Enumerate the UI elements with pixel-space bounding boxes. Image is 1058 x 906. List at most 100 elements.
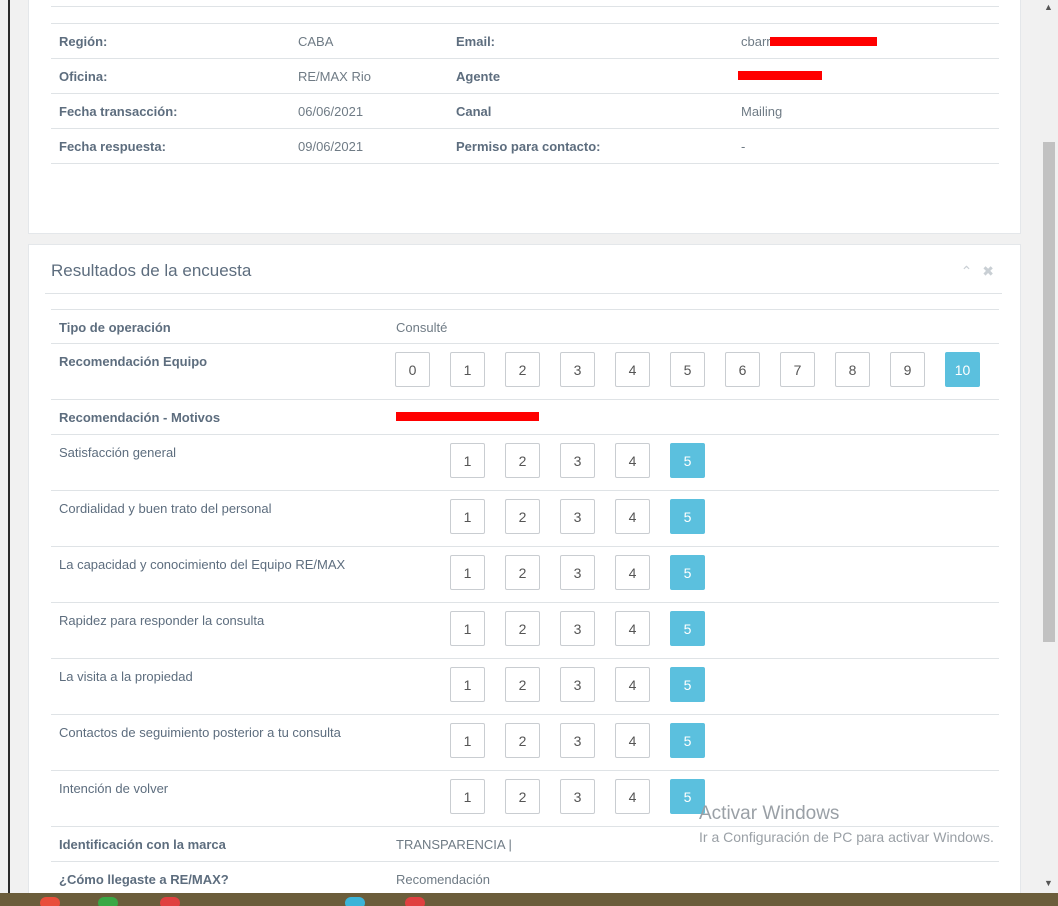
rating-option-4[interactable]: 4	[615, 779, 650, 814]
survey-row: La capacidad y conocimiento del Equipo R…	[51, 547, 999, 603]
rating-scale: 12345	[450, 779, 725, 814]
rating-option-5[interactable]: 5	[670, 443, 705, 478]
survey-row: Cordialidad y buen trato del personal 1 2 3…	[51, 491, 999, 547]
rating-option-8[interactable]: 8	[835, 352, 870, 387]
rating-option-1[interactable]: 1	[450, 555, 485, 590]
windows-activation-watermark: Activar Windows Ir a Configuración de PC…	[699, 803, 994, 845]
rating-option-1[interactable]: 1	[450, 499, 485, 534]
rating-option-4[interactable]: 4	[615, 443, 650, 478]
answer-value: TRANSPARENCIA |	[396, 837, 512, 852]
survey-row: Recomendación - Motivos	[51, 400, 999, 435]
question-label: Identificación con la marca	[59, 837, 226, 852]
survey-row: ¿Cómo llegaste a RE/MAX? Recomendación	[51, 862, 999, 893]
rating-option-3[interactable]: 3	[560, 443, 595, 478]
app-icon[interactable]	[405, 897, 425, 906]
rating-option-2[interactable]: 2	[505, 499, 540, 534]
scroll-down-arrow-icon[interactable]: ▼	[1044, 878, 1053, 888]
rating-scale: 0 1 2 3 4 5 6 7 8 9 10	[395, 352, 1000, 387]
chevron-up-icon[interactable]: ⌃	[961, 263, 973, 279]
rating-option-2[interactable]: 2	[505, 555, 540, 590]
rating-option-2[interactable]: 2	[505, 443, 540, 478]
rating-option-4[interactable]: 4	[615, 667, 650, 702]
rating-option-1[interactable]: 1	[450, 667, 485, 702]
scroll-up-arrow-icon[interactable]: ▲	[1044, 2, 1053, 12]
rating-option-5[interactable]: 5	[670, 611, 705, 646]
rating-option-7[interactable]: 7	[780, 352, 815, 387]
window-border	[8, 0, 10, 893]
rating-option-4[interactable]: 4	[615, 352, 650, 387]
rating-option-1[interactable]: 1	[450, 443, 485, 478]
question-label: Recomendación Equipo	[59, 354, 208, 369]
survey-row: La visita a la propiedad 1 2 3 4 5	[51, 659, 999, 715]
rating-scale: 12345	[450, 723, 725, 758]
rating-option-4[interactable]: 4	[615, 611, 650, 646]
question-label: Satisfacción general	[59, 445, 177, 460]
app-icon[interactable]	[40, 897, 60, 906]
rating-option-1[interactable]: 1	[450, 779, 485, 814]
info-label: Email:	[448, 23, 733, 59]
rating-option-5[interactable]: 5	[670, 499, 705, 534]
answer-value: Consulté	[396, 320, 448, 335]
rating-option-1[interactable]: 1	[450, 723, 485, 758]
app-icon[interactable]	[345, 897, 365, 906]
rating-option-3[interactable]: 3	[560, 611, 595, 646]
rating-option-3[interactable]: 3	[560, 779, 595, 814]
rating-option-3[interactable]: 3	[560, 499, 595, 534]
question-label: ¿Cómo llegaste a RE/MAX?	[59, 872, 229, 887]
close-icon[interactable]: ✖	[982, 263, 994, 279]
survey-row: Contactos de seguimiento posterior a tu …	[51, 715, 999, 771]
question-label: Tipo de operación	[59, 320, 171, 335]
info-row: Oficina: RE/MAX Rio Agente	[51, 58, 999, 94]
question-label: La visita a la propiedad	[59, 669, 193, 684]
rating-option-5[interactable]: 5	[670, 723, 705, 758]
rating-option-0[interactable]: 0	[395, 352, 430, 387]
redaction-mark	[738, 71, 822, 80]
question-label: Intención de volver	[59, 781, 169, 796]
redaction-mark	[770, 37, 877, 46]
rating-option-4[interactable]: 4	[615, 499, 650, 534]
rating-option-2[interactable]: 2	[505, 779, 540, 814]
info-label: Agente	[448, 58, 733, 94]
rating-option-2[interactable]: 2	[505, 352, 540, 387]
scrollbar-thumb[interactable]	[1043, 142, 1055, 642]
question-label: Rapidez para responder la consulta	[59, 613, 265, 628]
question-label: Contactos de seguimiento posterior a tu …	[59, 725, 341, 740]
rating-option-4[interactable]: 4	[615, 723, 650, 758]
app-icon[interactable]	[160, 897, 180, 906]
rating-scale: 12345	[450, 443, 725, 478]
rating-option-4[interactable]: 4	[615, 555, 650, 590]
info-panel: Región: CABA Email: cbarr Oficina: RE/MAX Rio…	[28, 0, 1021, 234]
rating-option-5[interactable]: 5	[670, 352, 705, 387]
rating-option-3[interactable]: 3	[560, 723, 595, 758]
watermark-title: Activar Windows	[699, 803, 840, 824]
answer-value: Recomendación	[396, 872, 490, 887]
page: Región: CABA Email: cbarr Oficina: RE/MAX Rio…	[0, 0, 1040, 893]
taskbar	[0, 893, 1058, 906]
rating-option-2[interactable]: 2	[505, 723, 540, 758]
survey-row: Satisfacción general 1 2 3 4 5	[51, 435, 999, 491]
rating-option-3[interactable]: 3	[560, 667, 595, 702]
panel-title: Resultados de la encuesta	[51, 261, 252, 280]
question-label: La capacidad y conocimiento del Equipo R…	[59, 557, 346, 572]
rating-option-1[interactable]: 1	[450, 352, 485, 387]
rating-option-2[interactable]: 2	[505, 611, 540, 646]
rating-option-9[interactable]: 9	[890, 352, 925, 387]
watermark-subtitle: Ir a Configuración de PC para activar Wi…	[699, 829, 994, 845]
info-label: Permiso para contacto:	[448, 128, 733, 164]
rating-option-5[interactable]: 5	[670, 555, 705, 590]
rating-option-6[interactable]: 6	[725, 352, 760, 387]
rating-option-3[interactable]: 3	[560, 555, 595, 590]
info-label: Canal	[448, 93, 733, 129]
rating-option-3[interactable]: 3	[560, 352, 595, 387]
app-icon[interactable]	[98, 897, 118, 906]
rating-scale: 12345	[450, 499, 725, 534]
survey-row: Rapidez para responder la consulta 1 2 3 4 5	[51, 603, 999, 659]
rating-option-1[interactable]: 1	[450, 611, 485, 646]
rating-option-10[interactable]: 10	[945, 352, 980, 387]
info-value: -	[733, 128, 999, 164]
rating-option-2[interactable]: 2	[505, 667, 540, 702]
rating-scale: 12345	[450, 555, 725, 590]
vertical-scrollbar[interactable]: ▲ ▼	[1040, 0, 1058, 893]
info-label: Fecha transacción:	[51, 93, 290, 129]
rating-option-5[interactable]: 5	[670, 667, 705, 702]
